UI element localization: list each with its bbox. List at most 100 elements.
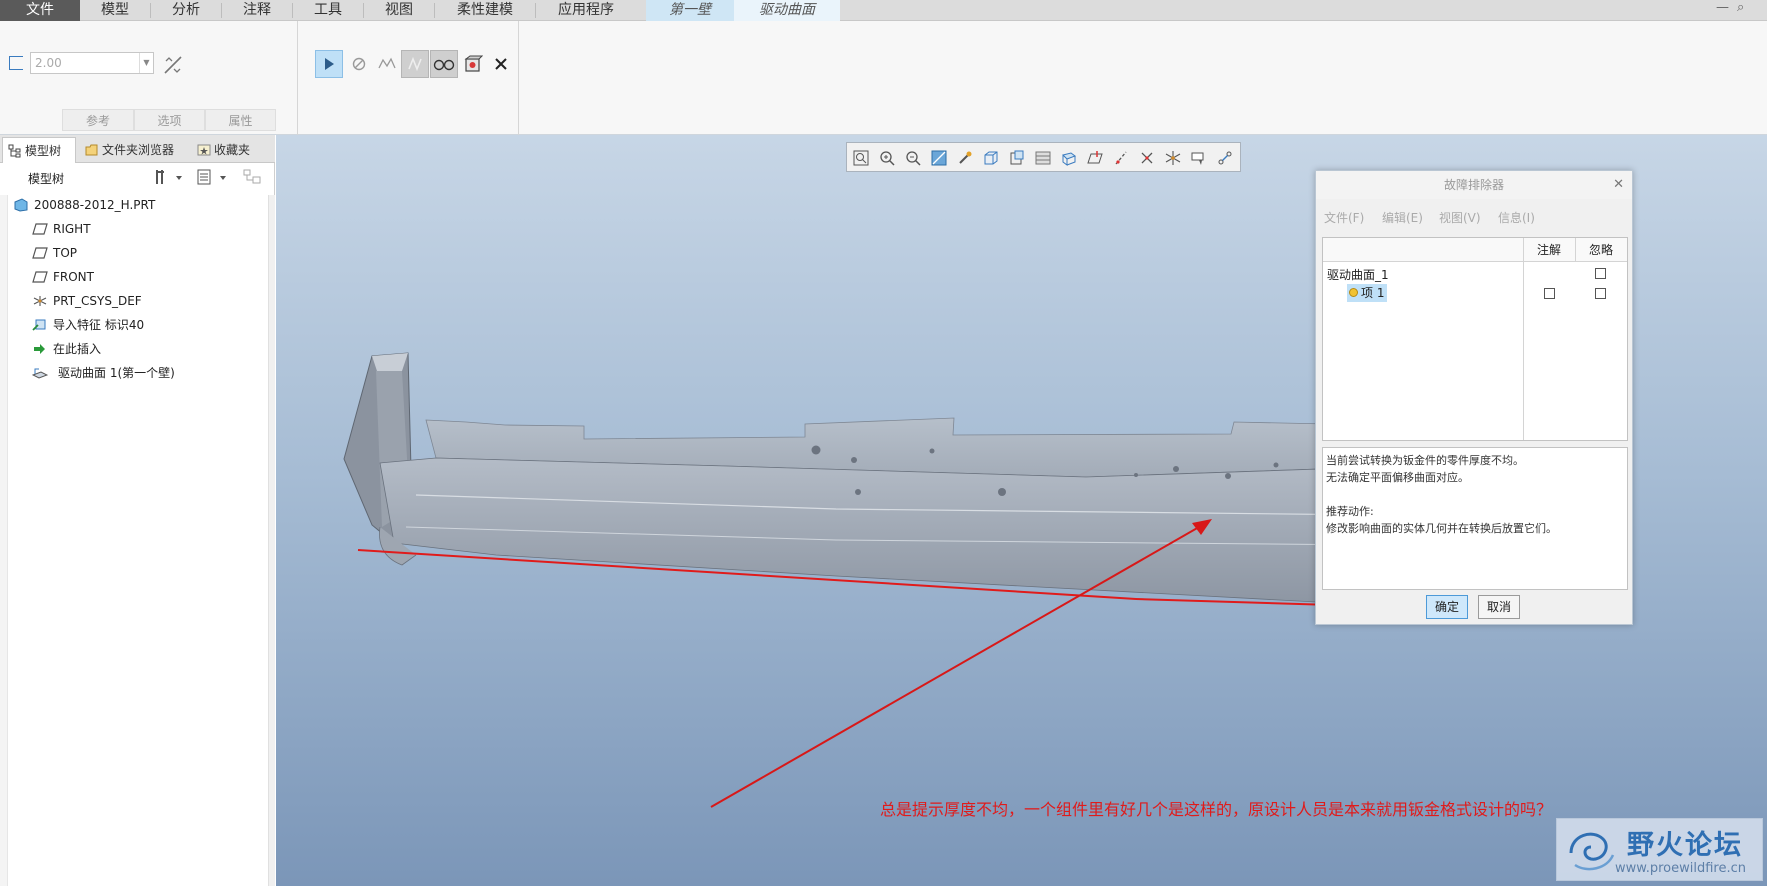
tab-driving-surface[interactable]: 驱动曲面 xyxy=(734,0,840,21)
thickness-input[interactable]: 2.00 ▼ xyxy=(30,52,154,74)
cancel-button[interactable]: 取消 xyxy=(1478,595,1520,619)
tab-model-tree-label: 模型树 xyxy=(25,144,62,158)
dialog-title: 故障排除器 xyxy=(1316,171,1632,199)
show-list-icon[interactable] xyxy=(196,168,230,186)
settings-tools-icon[interactable] xyxy=(154,168,184,186)
datum-plane-icon xyxy=(32,247,48,259)
cancel-feature-button[interactable] xyxy=(487,50,515,78)
datum-plane-icon xyxy=(32,271,48,283)
menu-view[interactable]: 视图(V) xyxy=(1439,209,1481,226)
menu-info[interactable]: 信息(I) xyxy=(1498,209,1535,226)
tab-favorites-label: 收藏夹 xyxy=(214,143,251,157)
subtab-options[interactable]: 选项 xyxy=(134,109,205,131)
issue-row-item[interactable]: 项 1 xyxy=(1347,284,1388,302)
apply-ok-button[interactable] xyxy=(459,50,487,78)
ignore-checkbox[interactable] xyxy=(1595,288,1606,299)
forum-watermark-logo: 野火论坛 www.proewildfire.cn xyxy=(1556,818,1763,881)
watermark-url: www.proewildfire.cn xyxy=(1615,861,1746,876)
thickness-icon xyxy=(9,56,23,70)
part-icon xyxy=(14,198,28,212)
issue-description: 当前尝试转换为钣金件的零件厚度不均。 无法确定平面偏移曲面对应。 推荐动作: 修… xyxy=(1322,447,1628,590)
tab-model[interactable]: 模型 xyxy=(80,0,150,21)
tab-flexible-modeling[interactable]: 柔性建模 xyxy=(435,0,535,21)
tab-tools[interactable]: 工具 xyxy=(293,0,363,21)
import-feature-icon xyxy=(32,319,46,331)
tab-analysis[interactable]: 分析 xyxy=(151,0,221,21)
ok-button[interactable]: 确定 xyxy=(1426,595,1468,619)
datum-plane-icon xyxy=(32,223,48,235)
column-divider xyxy=(1523,238,1524,440)
close-icon[interactable]: ✕ xyxy=(1613,177,1624,192)
driving-surface-icon xyxy=(32,368,48,379)
column-header-item xyxy=(1323,238,1523,262)
annotate-checkbox[interactable] xyxy=(1544,288,1555,299)
warning-dot-icon xyxy=(1349,288,1358,297)
watermark-name: 野火论坛 xyxy=(1627,830,1743,861)
tab-annotate[interactable]: 注释 xyxy=(222,0,292,21)
verify-button[interactable] xyxy=(430,50,458,78)
tab-applications[interactable]: 应用程序 xyxy=(536,0,636,21)
tree-scrollbar[interactable] xyxy=(268,195,275,886)
ribbon-group-divider xyxy=(518,21,519,135)
feature-preview-button[interactable] xyxy=(401,50,429,78)
column-header-ignore: 忽略 xyxy=(1575,238,1627,262)
message-line: 当前尝试转换为钣金件的零件厚度不均。 xyxy=(1326,454,1524,467)
tree-item-label: 驱动曲面 1(第一个壁) xyxy=(58,366,175,380)
column-header-annotate: 注解 xyxy=(1523,238,1575,262)
search-icon[interactable]: ⌕ xyxy=(1737,0,1744,15)
message-line: 无法确定平面偏移曲面对应。 xyxy=(1326,471,1469,484)
subtab-references[interactable]: 参考 xyxy=(62,109,134,131)
user-annotation: 总是提示厚度不均，一个组件里有好几个是这样的，原设计人员是本来就用钣金格式设计的… xyxy=(880,800,1553,819)
resume-play-button[interactable] xyxy=(315,50,343,78)
subtab-properties[interactable]: 属性 xyxy=(205,109,276,131)
part-ok-icon xyxy=(464,55,483,72)
model-tree-panel: 模型树 文件夹浏览器 收藏夹 模型树 200888-2012_H.PRT RIG… xyxy=(0,135,275,886)
chevron-down-icon[interactable]: ▼ xyxy=(139,53,153,73)
glasses-icon xyxy=(433,59,455,71)
tree-left-gutter xyxy=(0,195,8,886)
swirl-logo-icon xyxy=(1569,832,1615,871)
folder-icon xyxy=(85,144,98,156)
issue-row-driving-surface[interactable]: 驱动曲面_1 xyxy=(1327,266,1389,283)
preview-geometry-button[interactable] xyxy=(373,50,401,78)
close-icon xyxy=(495,58,507,70)
ribbon-group-divider xyxy=(297,21,298,135)
pause-button[interactable] xyxy=(345,50,373,78)
csys-icon xyxy=(33,296,47,306)
tree-item-label: 200888-2012_H.PRT xyxy=(34,198,156,212)
ribbon-panel: 2.00 ▼ 参考 选项 属性 xyxy=(0,21,1767,135)
tree-item-label: RIGHT xyxy=(53,222,91,236)
menu-file[interactable]: 文件(F) xyxy=(1324,209,1364,226)
tree-item-label: 导入特征 标识40 xyxy=(53,318,145,332)
tree-item-label: PRT_CSYS_DEF xyxy=(53,294,142,308)
flip-thickness-icon[interactable] xyxy=(162,54,184,76)
menu-edit[interactable]: 编辑(E) xyxy=(1382,209,1423,226)
tab-folder-browser[interactable]: 文件夹浏览器 xyxy=(80,137,188,163)
thickness-value: 2.00 xyxy=(35,56,62,70)
tree-item-label: 在此插入 xyxy=(53,342,102,356)
issue-table: 注解 忽略 驱动曲面_1 项 1 xyxy=(1322,237,1628,441)
stop-circle-icon xyxy=(352,57,366,71)
issue-item-label: 项 1 xyxy=(1361,286,1385,300)
message-line: 修改影响曲面的实体几何并在转换后放置它们。 xyxy=(1326,522,1557,535)
feature-preview-icon xyxy=(408,56,422,72)
message-line: 推荐动作: xyxy=(1326,505,1374,518)
geometry-preview-icon xyxy=(378,57,396,69)
tab-first-wall[interactable]: 第一壁 xyxy=(646,0,734,21)
model-tree-header: 模型树 xyxy=(0,164,275,190)
model-tree-title: 模型树 xyxy=(28,172,65,186)
tab-favorites[interactable]: 收藏夹 xyxy=(192,137,264,163)
tab-folder-browser-label: 文件夹浏览器 xyxy=(102,143,175,157)
column-divider xyxy=(1575,238,1576,262)
filter-tree-icon[interactable] xyxy=(242,168,264,186)
tab-view[interactable]: 视图 xyxy=(364,0,434,21)
ignore-checkbox[interactable] xyxy=(1595,268,1606,279)
tab-file[interactable]: 文件 xyxy=(0,0,80,21)
tree-item-label: FRONT xyxy=(53,270,94,284)
tree-item-label: TOP xyxy=(53,246,78,260)
favorites-star-icon xyxy=(197,144,211,156)
minimize-icon[interactable]: — xyxy=(1716,0,1729,15)
troubleshooter-dialog: 故障排除器 ✕ 文件(F) 编辑(E) 视图(V) 信息(I) 注解 忽略 驱动… xyxy=(1315,170,1633,625)
tab-model-tree[interactable]: 模型树 xyxy=(2,137,76,163)
insert-here-arrow-icon xyxy=(34,344,45,354)
